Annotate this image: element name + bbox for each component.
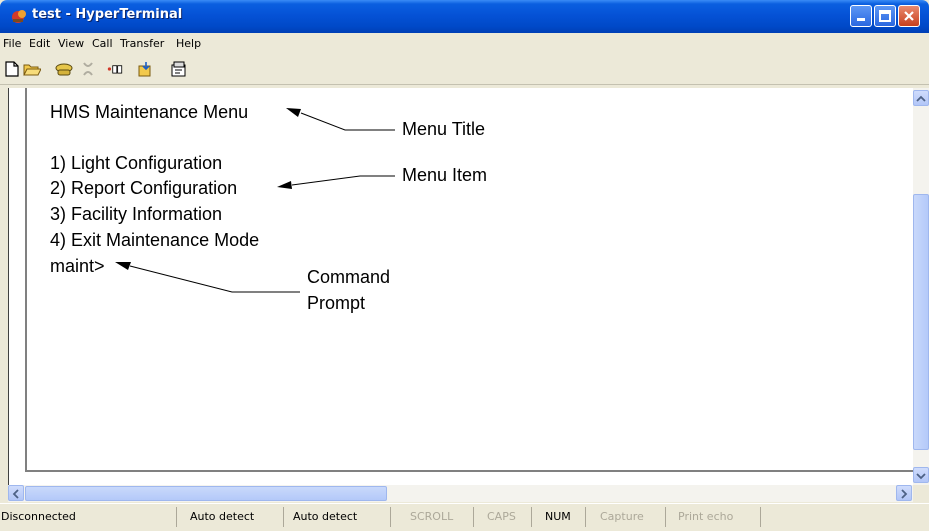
status-detect-speed: Auto detect: [190, 510, 255, 523]
status-connection: Disconnected: [1, 510, 76, 523]
chevron-down-icon: [916, 473, 926, 480]
menu-item-arrow: [277, 175, 395, 189]
scroll-down-button[interactable]: [913, 467, 929, 483]
status-scroll: SCROLL: [410, 510, 454, 523]
vertical-scroll-thumb[interactable]: [913, 194, 929, 450]
menu-title-arrow: [286, 108, 395, 131]
horizontal-scrollbar[interactable]: [8, 485, 913, 502]
status-detect-parity: Auto detect: [293, 510, 358, 523]
status-divider: [176, 507, 177, 527]
status-divider: [585, 507, 586, 527]
vertical-scrollbar[interactable]: [913, 88, 929, 485]
status-divider: [665, 507, 666, 527]
annotation-arrows: [115, 108, 395, 293]
status-divider: [283, 507, 284, 527]
status-capture: Capture: [600, 510, 644, 523]
status-divider: [760, 507, 761, 527]
scroll-up-button[interactable]: [913, 90, 929, 106]
status-print-echo: Print echo: [678, 510, 734, 523]
horizontal-scroll-thumb[interactable]: [25, 486, 387, 501]
status-caps: CAPS: [487, 510, 516, 523]
status-bar: Disconnected Auto detect Auto detect SCR…: [0, 503, 929, 531]
chevron-right-icon: [901, 489, 908, 499]
scroll-right-button[interactable]: [896, 485, 912, 501]
status-divider: [531, 507, 532, 527]
scroll-left-button[interactable]: [8, 485, 24, 501]
chevron-left-icon: [12, 489, 19, 499]
chevron-up-icon: [916, 95, 926, 102]
status-divider: [473, 507, 474, 527]
status-divider: [390, 507, 391, 527]
status-num: NUM: [545, 510, 571, 523]
command-prompt-arrow: [115, 262, 300, 293]
